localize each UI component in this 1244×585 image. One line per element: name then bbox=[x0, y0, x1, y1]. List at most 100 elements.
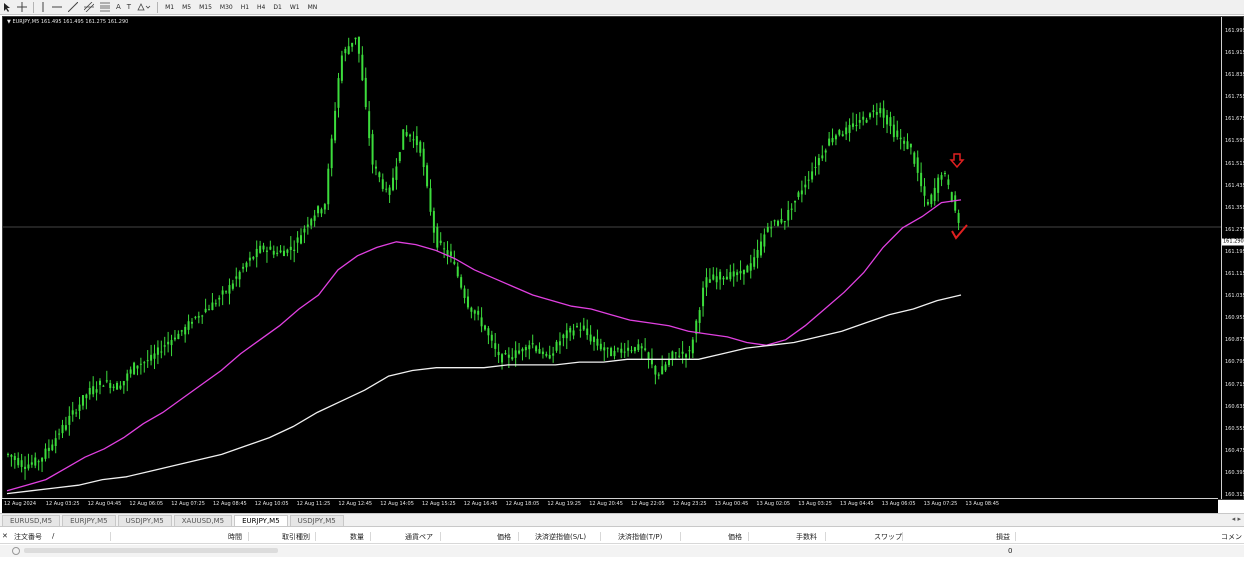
candle-body bbox=[129, 369, 132, 374]
chart-info-line: ▼ EURJPY,M5 161.495 161.495 161.275 161.… bbox=[7, 19, 128, 25]
candle-body bbox=[773, 220, 776, 222]
candle-body bbox=[814, 166, 817, 168]
chart-info-triangle-icon: ▼ bbox=[7, 19, 11, 25]
candle-body bbox=[167, 341, 170, 345]
candle-body bbox=[620, 348, 623, 353]
horizontal-scrollbar[interactable] bbox=[24, 548, 278, 553]
cursor-icon[interactable] bbox=[0, 1, 14, 13]
col-separator bbox=[600, 532, 601, 541]
terminal-close-icon[interactable]: ✕ bbox=[2, 532, 8, 540]
timeframe-d1-button[interactable]: D1 bbox=[269, 1, 285, 13]
tab-usdjpy-m5[interactable]: USDJPY,M5 bbox=[117, 515, 172, 526]
candle-body bbox=[596, 338, 599, 346]
candle-body bbox=[286, 249, 289, 253]
candle-body bbox=[436, 226, 439, 248]
time-axis-label: 12 Aug 06:05 bbox=[129, 501, 164, 507]
tab-eurjpy-m5-active[interactable]: EURJPY,M5 bbox=[234, 515, 288, 526]
text-icon[interactable]: A bbox=[113, 1, 124, 13]
candle-body bbox=[518, 350, 521, 354]
candle-body bbox=[225, 291, 228, 293]
candle-body bbox=[487, 328, 490, 336]
col-stop-loss[interactable]: 決済逆指値(S/L) bbox=[535, 532, 586, 542]
col-separator bbox=[1015, 532, 1016, 541]
candle-body bbox=[214, 303, 217, 305]
candle-body bbox=[480, 317, 483, 327]
candle-body bbox=[579, 329, 582, 331]
candle-body bbox=[105, 380, 108, 382]
candle-body bbox=[354, 37, 357, 40]
col-commission[interactable]: 手数料 bbox=[796, 532, 817, 542]
col-volume[interactable]: 数量 bbox=[350, 532, 364, 542]
candle-body bbox=[937, 177, 940, 193]
price-axis[interactable]: 161.995 161.915 161.835 161.755 161.675 161.5… bbox=[1221, 17, 1244, 499]
candle-body bbox=[851, 123, 854, 127]
horizontal-line-icon[interactable] bbox=[49, 1, 65, 13]
timeframe-m30-button[interactable]: M30 bbox=[216, 1, 237, 13]
candle-body bbox=[187, 321, 190, 330]
trendline-icon[interactable] bbox=[65, 1, 81, 13]
col-current-price[interactable]: 価格 bbox=[728, 532, 742, 542]
candle-body bbox=[923, 186, 926, 196]
col-profit[interactable]: 損益 bbox=[996, 532, 1010, 542]
time-axis-label: 13 Aug 02:05 bbox=[756, 501, 791, 507]
candle-body bbox=[889, 117, 892, 127]
candle-body bbox=[821, 155, 824, 159]
price-axis-label: 160.795 bbox=[1225, 359, 1244, 366]
fibonacci-icon[interactable] bbox=[97, 1, 113, 13]
col-take-profit[interactable]: 決済指値(T/P) bbox=[618, 532, 662, 542]
candle-body bbox=[920, 172, 923, 187]
candle-body bbox=[841, 134, 844, 137]
candle-body bbox=[439, 240, 442, 243]
candle-body bbox=[156, 347, 159, 355]
timeframe-h1-button[interactable]: H1 bbox=[237, 1, 253, 13]
candle-body bbox=[753, 257, 756, 267]
time-axis-label: 12 Aug 20:45 bbox=[589, 501, 623, 507]
crosshair-icon[interactable] bbox=[14, 1, 30, 13]
time-axis[interactable]: 12 Aug 2024 12 Aug 03:25 12 Aug 04:45 12 Au… bbox=[2, 498, 1218, 513]
time-axis-label: 13 Aug 08:45 bbox=[965, 501, 1000, 507]
tab-eurusd-m5[interactable]: EURUSD,M5 bbox=[2, 515, 61, 526]
time-axis-label: 12 Aug 14:05 bbox=[380, 501, 414, 507]
col-time[interactable]: 時間 bbox=[228, 532, 242, 542]
col-symbol[interactable]: 通貨ペア bbox=[405, 532, 433, 542]
candle-body bbox=[327, 168, 330, 205]
candle-body bbox=[702, 287, 705, 307]
col-type[interactable]: 取引種別 bbox=[282, 532, 310, 542]
time-axis-label: 12 Aug 11:25 bbox=[296, 501, 331, 507]
timeframe-m5-button[interactable]: M5 bbox=[178, 1, 195, 13]
candle-body bbox=[514, 350, 517, 358]
candle-body bbox=[548, 354, 551, 359]
candle-body bbox=[432, 211, 435, 233]
candle-body bbox=[698, 310, 701, 323]
col-swap[interactable]: スワップ bbox=[874, 532, 902, 542]
col-open-price[interactable]: 価格 bbox=[497, 532, 511, 542]
candle-body bbox=[930, 194, 933, 205]
timeframe-m1-button[interactable]: M1 bbox=[161, 1, 178, 13]
tab-scroll-arrows[interactable]: ◂ ▸ bbox=[1232, 515, 1241, 523]
col-order-number[interactable]: 注文番号 bbox=[14, 532, 42, 542]
vertical-line-icon[interactable] bbox=[37, 1, 49, 13]
candle-body bbox=[678, 355, 681, 357]
label-icon[interactable]: T bbox=[124, 1, 134, 13]
candle-body bbox=[293, 249, 296, 252]
tab-eurjpy-m5[interactable]: EURJPY,M5 bbox=[62, 515, 116, 526]
shapes-icon[interactable] bbox=[134, 1, 154, 13]
timeframe-h4-button[interactable]: H4 bbox=[253, 1, 269, 13]
candle-body bbox=[623, 351, 626, 353]
candle-body bbox=[364, 77, 367, 108]
timeframe-mn-button[interactable]: MN bbox=[304, 1, 322, 13]
candle-body bbox=[429, 188, 432, 212]
toolbar-separator bbox=[33, 1, 34, 13]
col-comment[interactable]: コメント bbox=[1221, 532, 1244, 542]
candle-body bbox=[385, 188, 388, 190]
candle-body bbox=[811, 171, 814, 180]
tab-xauusd-m5[interactable]: XAUUSD,M5 bbox=[173, 515, 233, 526]
tab-usdjpy-m5-second[interactable]: USDJPY,M5 bbox=[289, 515, 344, 526]
channel-icon[interactable] bbox=[81, 1, 97, 13]
candle-body bbox=[565, 330, 568, 339]
candle-body bbox=[313, 215, 316, 221]
price-chart[interactable]: ▼ EURJPY,M5 161.495 161.495 161.275 161.… bbox=[2, 16, 1244, 500]
candle-body bbox=[957, 212, 960, 223]
timeframe-m15-button[interactable]: M15 bbox=[195, 1, 216, 13]
timeframe-w1-button[interactable]: W1 bbox=[286, 1, 304, 13]
